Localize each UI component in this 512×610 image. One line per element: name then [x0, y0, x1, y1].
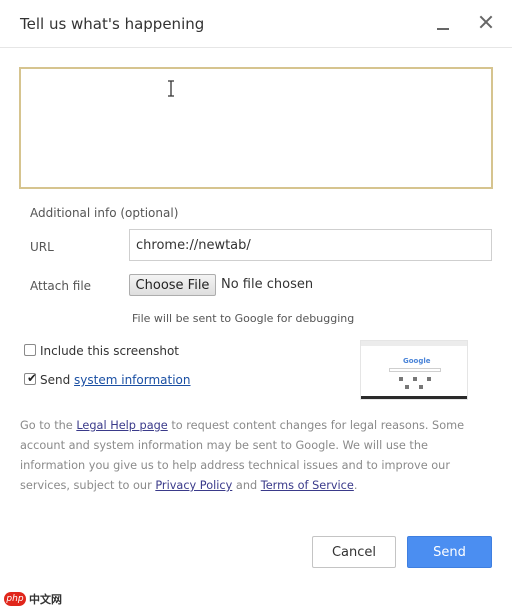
watermark-logo: php: [4, 592, 26, 606]
thumbnail-tile: [413, 377, 417, 381]
thumbnail-tile: [399, 377, 403, 381]
thumbnail-tile: [405, 385, 409, 389]
watermark: php 中文网: [4, 591, 62, 607]
dialog-titlebar: Tell us what's happening: [0, 0, 512, 48]
send-prefix: Send: [40, 373, 75, 387]
legal-text-part: and: [232, 479, 261, 492]
thumbnail-tile: [427, 377, 431, 381]
screenshot-thumbnail: Google: [360, 340, 468, 400]
thumbnail-logo: Google: [403, 357, 431, 365]
choose-file-button[interactable]: Choose File: [129, 274, 216, 296]
legal-text: Go to the Legal Help page to request con…: [20, 416, 496, 496]
thumbnail-tile: [419, 385, 423, 389]
legal-text-part: .: [353, 479, 358, 492]
dialog-title: Tell us what's happening: [20, 15, 205, 33]
include-screenshot-label: Include this screenshot: [40, 344, 180, 358]
send-system-info-label: Send system information: [40, 373, 191, 387]
attach-file-note: File will be sent to Google for debuggin…: [132, 312, 355, 325]
url-label: URL: [30, 240, 54, 254]
thumbnail-searchbox: [389, 368, 441, 372]
thumbnail-toolbar: [361, 341, 467, 346]
cancel-button[interactable]: Cancel: [312, 536, 396, 568]
close-icon[interactable]: [474, 10, 498, 34]
url-input[interactable]: chrome://newtab/: [129, 229, 492, 261]
send-system-info-checkbox[interactable]: ✔: [24, 371, 38, 385]
terms-of-service-link[interactable]: Terms of Service: [261, 479, 354, 492]
legal-help-link[interactable]: Legal Help page: [76, 419, 167, 432]
additional-info-heading: Additional info (optional): [30, 206, 179, 220]
no-file-chosen-text: No file chosen: [221, 277, 314, 292]
checkmark-icon: ✔: [27, 371, 38, 385]
attach-file-label: Attach file: [30, 279, 92, 293]
send-button[interactable]: Send: [407, 536, 492, 568]
legal-text-part: Go to the: [20, 419, 77, 432]
system-information-link[interactable]: system information: [74, 373, 190, 387]
watermark-text: 中文网: [29, 593, 62, 606]
description-textarea[interactable]: [19, 67, 493, 189]
include-screenshot-checkbox[interactable]: [24, 344, 36, 356]
privacy-policy-link[interactable]: Privacy Policy: [155, 479, 232, 492]
text-cursor-icon: [168, 80, 174, 97]
thumbnail-taskbar: [361, 396, 467, 399]
minimize-icon[interactable]: [431, 10, 455, 34]
